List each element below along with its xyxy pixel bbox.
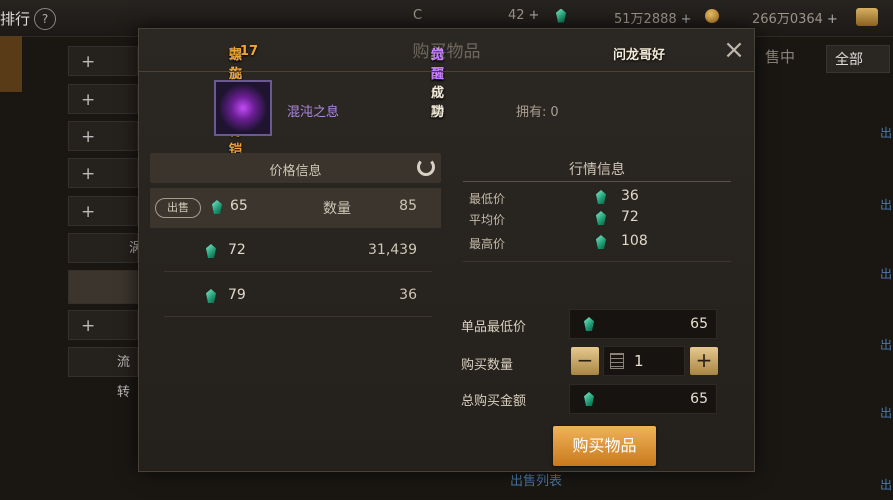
refresh-icon[interactable] xyxy=(417,158,435,176)
left-tab-highlight[interactable] xyxy=(0,36,22,92)
qty-input[interactable]: 1 xyxy=(603,346,685,376)
gem-icon xyxy=(212,200,222,214)
unit-price-field: 65 xyxy=(569,309,717,339)
right-sell-link-6[interactable]: 出 xyxy=(880,476,892,493)
market-divider xyxy=(463,181,731,182)
chest-icon[interactable] xyxy=(856,8,878,26)
sidebar-button-5[interactable]: + xyxy=(68,196,138,226)
gem-icon xyxy=(584,392,594,406)
row-qty: 31,439 xyxy=(368,242,417,258)
buy-qty-label: 购买数量 xyxy=(461,358,514,373)
row-divider xyxy=(164,316,432,317)
owned-count: 拥有: 0 xyxy=(516,105,559,120)
unit-price-label: 单品最低价 xyxy=(461,320,527,335)
currency-coin-value: 266万0364 + xyxy=(752,12,838,27)
price-row-1[interactable]: 出售 65 数量 85 xyxy=(150,188,441,228)
gem-icon xyxy=(584,317,594,331)
currency-gem-value: 51万2888 + xyxy=(614,12,692,27)
sell-badge: 出售 xyxy=(155,198,201,218)
coin-icon xyxy=(705,8,719,23)
coin-currency xyxy=(705,8,719,23)
help-icon[interactable]: ? xyxy=(34,8,56,30)
gem-currency xyxy=(556,8,566,23)
right-sell-link-3[interactable]: 出 xyxy=(880,265,892,282)
sidebar-button-3[interactable]: + xyxy=(68,121,138,151)
avg-price-value: 72 xyxy=(621,209,639,225)
qty-plus-button[interactable]: + xyxy=(690,347,718,375)
sidebar-button-9[interactable]: 流转 xyxy=(68,347,138,400)
calculator-icon[interactable] xyxy=(610,353,624,369)
add-c-icon[interactable]: + xyxy=(529,8,540,23)
row-price: 65 xyxy=(230,198,248,214)
min-price-label: 最低价 xyxy=(469,192,506,206)
row-price: 72 xyxy=(228,242,246,258)
row-price: 79 xyxy=(228,287,246,303)
buy-item-dialog: 购买物品 强化了螺旋陨星背铠 +17 络马化腾个面成功觉醒 问龙哥好 × 混沌之… xyxy=(138,28,755,472)
row-divider xyxy=(164,271,432,272)
c-currency: C xyxy=(413,8,422,23)
add-gem-icon[interactable]: + xyxy=(681,12,692,27)
qty-value: 1 xyxy=(634,352,644,370)
right-sell-link-5[interactable]: 出 xyxy=(880,404,892,421)
sell-list-link[interactable]: 出售列表 xyxy=(510,470,562,489)
tab-on-sale[interactable]: 售中 xyxy=(765,46,805,72)
price-info-header: 价格信息 xyxy=(150,153,441,183)
gem-icon xyxy=(596,235,606,249)
broadcast-ticker: 强化了螺旋陨星背铠 +17 络马化腾个面成功觉醒 问龙哥好 xyxy=(229,44,666,158)
gem-icon xyxy=(596,211,606,225)
max-price-value: 108 xyxy=(621,233,648,249)
max-price-label: 最高价 xyxy=(469,237,506,251)
page-title: 排行 xyxy=(0,10,31,28)
qty-minus-button[interactable]: − xyxy=(571,347,599,375)
sidebar-button-7[interactable] xyxy=(68,270,138,304)
gem-icon xyxy=(596,190,606,204)
sidebar-button-1[interactable]: + xyxy=(68,46,138,76)
unit-price-value: 65 xyxy=(690,316,708,332)
header-divider xyxy=(139,71,754,72)
total-field: 65 xyxy=(569,384,717,414)
min-price-value: 36 xyxy=(621,188,639,204)
market-info-title: 行情信息 xyxy=(569,162,625,178)
total-value: 65 xyxy=(690,391,708,407)
price-row-2[interactable]: 72 31,439 xyxy=(150,232,441,272)
gem-icon xyxy=(206,289,216,303)
gem-icon xyxy=(206,244,216,258)
item-orb-icon xyxy=(214,80,272,136)
buy-item-button[interactable]: 购买物品 xyxy=(553,426,656,466)
filter-all-select[interactable]: 全部 xyxy=(826,45,890,73)
sidebar-button-2[interactable]: + xyxy=(68,84,138,114)
right-sell-link-1[interactable]: 出 xyxy=(880,124,892,141)
row-qty: 85 xyxy=(399,198,417,214)
sidebar-button-6[interactable]: 涡 xyxy=(68,233,142,263)
price-info-title: 价格信息 xyxy=(269,164,322,179)
right-sell-link-2[interactable]: 出 xyxy=(880,196,892,213)
item-name: 混沌之息 xyxy=(287,105,340,120)
gem-icon xyxy=(556,8,566,23)
market-divider-bottom xyxy=(463,261,731,262)
sidebar-button-8[interactable]: + xyxy=(68,310,138,340)
currency-c-value: 42 + xyxy=(508,8,540,23)
row-qty-label: 数量 xyxy=(323,201,351,217)
right-sell-link-4[interactable]: 出 xyxy=(880,336,892,353)
close-icon[interactable]: × xyxy=(722,37,746,63)
avg-price-label: 平均价 xyxy=(469,213,506,227)
sidebar-button-4[interactable]: + xyxy=(68,158,138,188)
total-label: 总购买金额 xyxy=(461,394,527,409)
row-qty: 36 xyxy=(399,287,417,303)
price-row-3[interactable]: 79 36 xyxy=(150,277,441,317)
add-coin-icon[interactable]: + xyxy=(827,12,838,27)
c-icon: C xyxy=(413,8,423,23)
